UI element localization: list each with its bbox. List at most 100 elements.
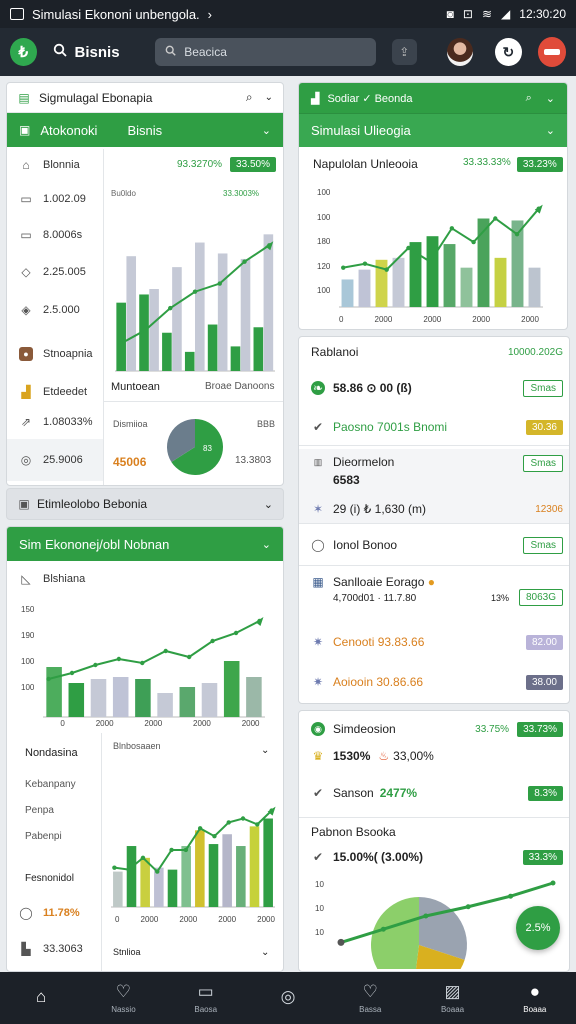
- heart-icon: ♡: [115, 982, 132, 1001]
- line-point: [384, 267, 389, 272]
- nav-bassa[interactable]: ♡ Bassa: [329, 982, 411, 1014]
- feed-row-3[interactable]: ▥ Dieormelon 6583 Smas: [299, 449, 569, 495]
- search-icon: [165, 45, 176, 59]
- divider: [299, 565, 569, 566]
- nav-gallery[interactable]: ▨ Boaaa: [411, 982, 493, 1014]
- status-app-title: Simulasi Ekononi unbengola.: [32, 6, 200, 22]
- simdeosion-row-1[interactable]: ♛ 1530% ♨ 33,00%: [299, 741, 569, 771]
- bar: [494, 257, 507, 307]
- bar: [195, 830, 205, 907]
- bottom-row-trend[interactable]: ⇗ 1.08033%: [7, 405, 103, 439]
- side-item-1[interactable]: ▭ 1.002.09: [7, 181, 103, 217]
- chart-icon: ▭: [197, 982, 214, 1001]
- bag-icon: ▟: [311, 92, 320, 105]
- wifi-icon: ≋: [481, 7, 493, 21]
- tab-bisnis[interactable]: Bisnis: [127, 123, 162, 138]
- gear-icon: ✷: [312, 675, 324, 689]
- pie-slice: [371, 897, 419, 969]
- bar: [263, 818, 273, 907]
- clock-icon: ◎: [20, 453, 32, 467]
- signal-icon: ◢: [501, 7, 511, 21]
- side-item-4[interactable]: ◈ 2.5.000: [7, 291, 103, 329]
- chevron-down-icon[interactable]: ⌄: [262, 538, 271, 551]
- card2-title: Sim Ekononej/obl Nobnan: [19, 536, 170, 552]
- home-icon: ⌂: [22, 158, 30, 172]
- user-icon: ●: [529, 982, 540, 1001]
- line-point: [126, 867, 131, 872]
- chevron-down-icon[interactable]: ⌄: [546, 92, 555, 105]
- minus-button[interactable]: [537, 37, 567, 67]
- feed-row-4[interactable]: ✶ 29 (i) ₺ 1,630 (m) 12306: [299, 495, 569, 523]
- line-point: [140, 855, 146, 861]
- side-item-3[interactable]: ◇ 2.25.005: [7, 253, 103, 291]
- chart-icon: ▙: [21, 942, 31, 956]
- section-title: Pabnon Bsooka: [311, 825, 396, 839]
- nav-nassio[interactable]: ♡ Nassio: [82, 982, 164, 1014]
- app-logo[interactable]: ₺: [10, 38, 37, 66]
- line-point: [118, 341, 123, 346]
- bar: [358, 269, 371, 307]
- refresh-button[interactable]: ↻: [495, 38, 522, 66]
- donut-chart: 83: [167, 419, 223, 475]
- list-item-3[interactable]: Pabenpi: [25, 831, 62, 842]
- line-point: [242, 259, 247, 264]
- side-item-2[interactable]: ▭ 8.0006s: [7, 217, 103, 253]
- list-item-2[interactable]: Penpa: [25, 805, 54, 816]
- feed-card: Rablanoi 10000.202G ❧ 58.86 ⊙ 00 (ß) Sma…: [298, 336, 570, 704]
- percent-row[interactable]: ◯ 11.78%: [7, 901, 79, 925]
- feed-row-2[interactable]: ✔ Paosno 7001s Bnomi 30.36: [299, 409, 569, 445]
- chevron-down-icon[interactable]: ⌄: [262, 124, 271, 137]
- calendar-icon: ▣: [19, 123, 31, 137]
- chart-icon: ▟: [21, 385, 31, 399]
- fab-button[interactable]: 2.5%: [516, 906, 560, 950]
- bottom-row-clock[interactable]: ◎ 25.9006: [7, 439, 103, 481]
- shield-icon: ◯: [19, 906, 33, 920]
- side-item-6[interactable]: ▟ Etdeedet: [7, 379, 103, 405]
- side-item-5[interactable]: ● Stnoapnia: [7, 329, 103, 379]
- list-item-1[interactable]: Kebanpany: [25, 779, 76, 790]
- summary-badge: 33.50%: [230, 157, 276, 172]
- line-point: [163, 648, 168, 654]
- feed-row-1[interactable]: ❧ 58.86 ⊙ 00 (ß) Smas: [299, 367, 569, 409]
- chevron-down-icon[interactable]: ⌄: [261, 745, 269, 756]
- coin-icon: ●: [427, 575, 435, 589]
- simdeosion-header: ◉ Simdeosion 33.75% 33.73%: [299, 715, 569, 743]
- bar: [116, 302, 126, 371]
- simdeosion-row-2[interactable]: ✔ Sanson 2477% 8.3%: [299, 777, 569, 809]
- avatar[interactable]: [446, 38, 474, 66]
- side-item-blonnia[interactable]: ⌂ Blonnia: [7, 149, 103, 181]
- nav-compass[interactable]: ◎: [247, 987, 329, 1010]
- divider: [299, 523, 569, 524]
- tab-atokonoki[interactable]: Atokonoki: [40, 123, 97, 138]
- search-icon[interactable]: ⌕: [246, 90, 253, 105]
- share-button[interactable]: ⇪: [391, 39, 417, 65]
- donut-corner: BBB: [257, 419, 276, 429]
- search-input[interactable]: Beacica: [155, 38, 376, 66]
- feed-row-6[interactable]: ▦ Sanlloaie Eorago ● 4,700d01 · 11.7.80 …: [299, 571, 569, 611]
- trend-point: [550, 880, 556, 886]
- nav-baosa[interactable]: ▭ Baosa: [165, 982, 247, 1014]
- card-title: Sigmulagal Ebonapia: [39, 90, 153, 105]
- nav-home[interactable]: ⌂: [0, 987, 82, 1010]
- collapsed-panel[interactable]: ▣ Etimleolobo Bebonia ⌄: [6, 488, 284, 520]
- count-row[interactable]: ▙ 33.3063: [7, 937, 82, 961]
- chevron-down-icon[interactable]: ⌄: [261, 947, 269, 958]
- donut-left-value: 45006: [113, 455, 147, 469]
- nav-profile[interactable]: ● Boaaa: [494, 982, 576, 1014]
- line-point: [212, 834, 217, 839]
- trend-point: [423, 913, 429, 919]
- chevron-down-icon[interactable]: ⌄: [546, 124, 555, 137]
- chevron-down-icon[interactable]: ⌄: [265, 92, 273, 103]
- line-point: [93, 662, 98, 668]
- chevron-down-icon[interactable]: ⌄: [264, 498, 273, 511]
- simdeosion-row-3[interactable]: ✔ 15.00%( (3.00%) 33.3%: [299, 843, 569, 871]
- economy-bar-chart: [115, 234, 275, 372]
- line-point: [46, 676, 51, 682]
- green-tab-bar: ▣ Atokonoki Bisnis ⌄: [7, 113, 283, 147]
- feed-row-5[interactable]: ◯ Ionol Bonoo Smas: [299, 527, 569, 563]
- bar: [217, 253, 228, 371]
- feed-row-8[interactable]: ✷ Aoiooin 30.86.66 38.00: [299, 665, 569, 699]
- feed-row-7[interactable]: ✷ Cenooti 93.83.66 82.00: [299, 625, 569, 659]
- search-icon[interactable]: ⌕: [526, 92, 532, 105]
- line-point: [69, 670, 75, 676]
